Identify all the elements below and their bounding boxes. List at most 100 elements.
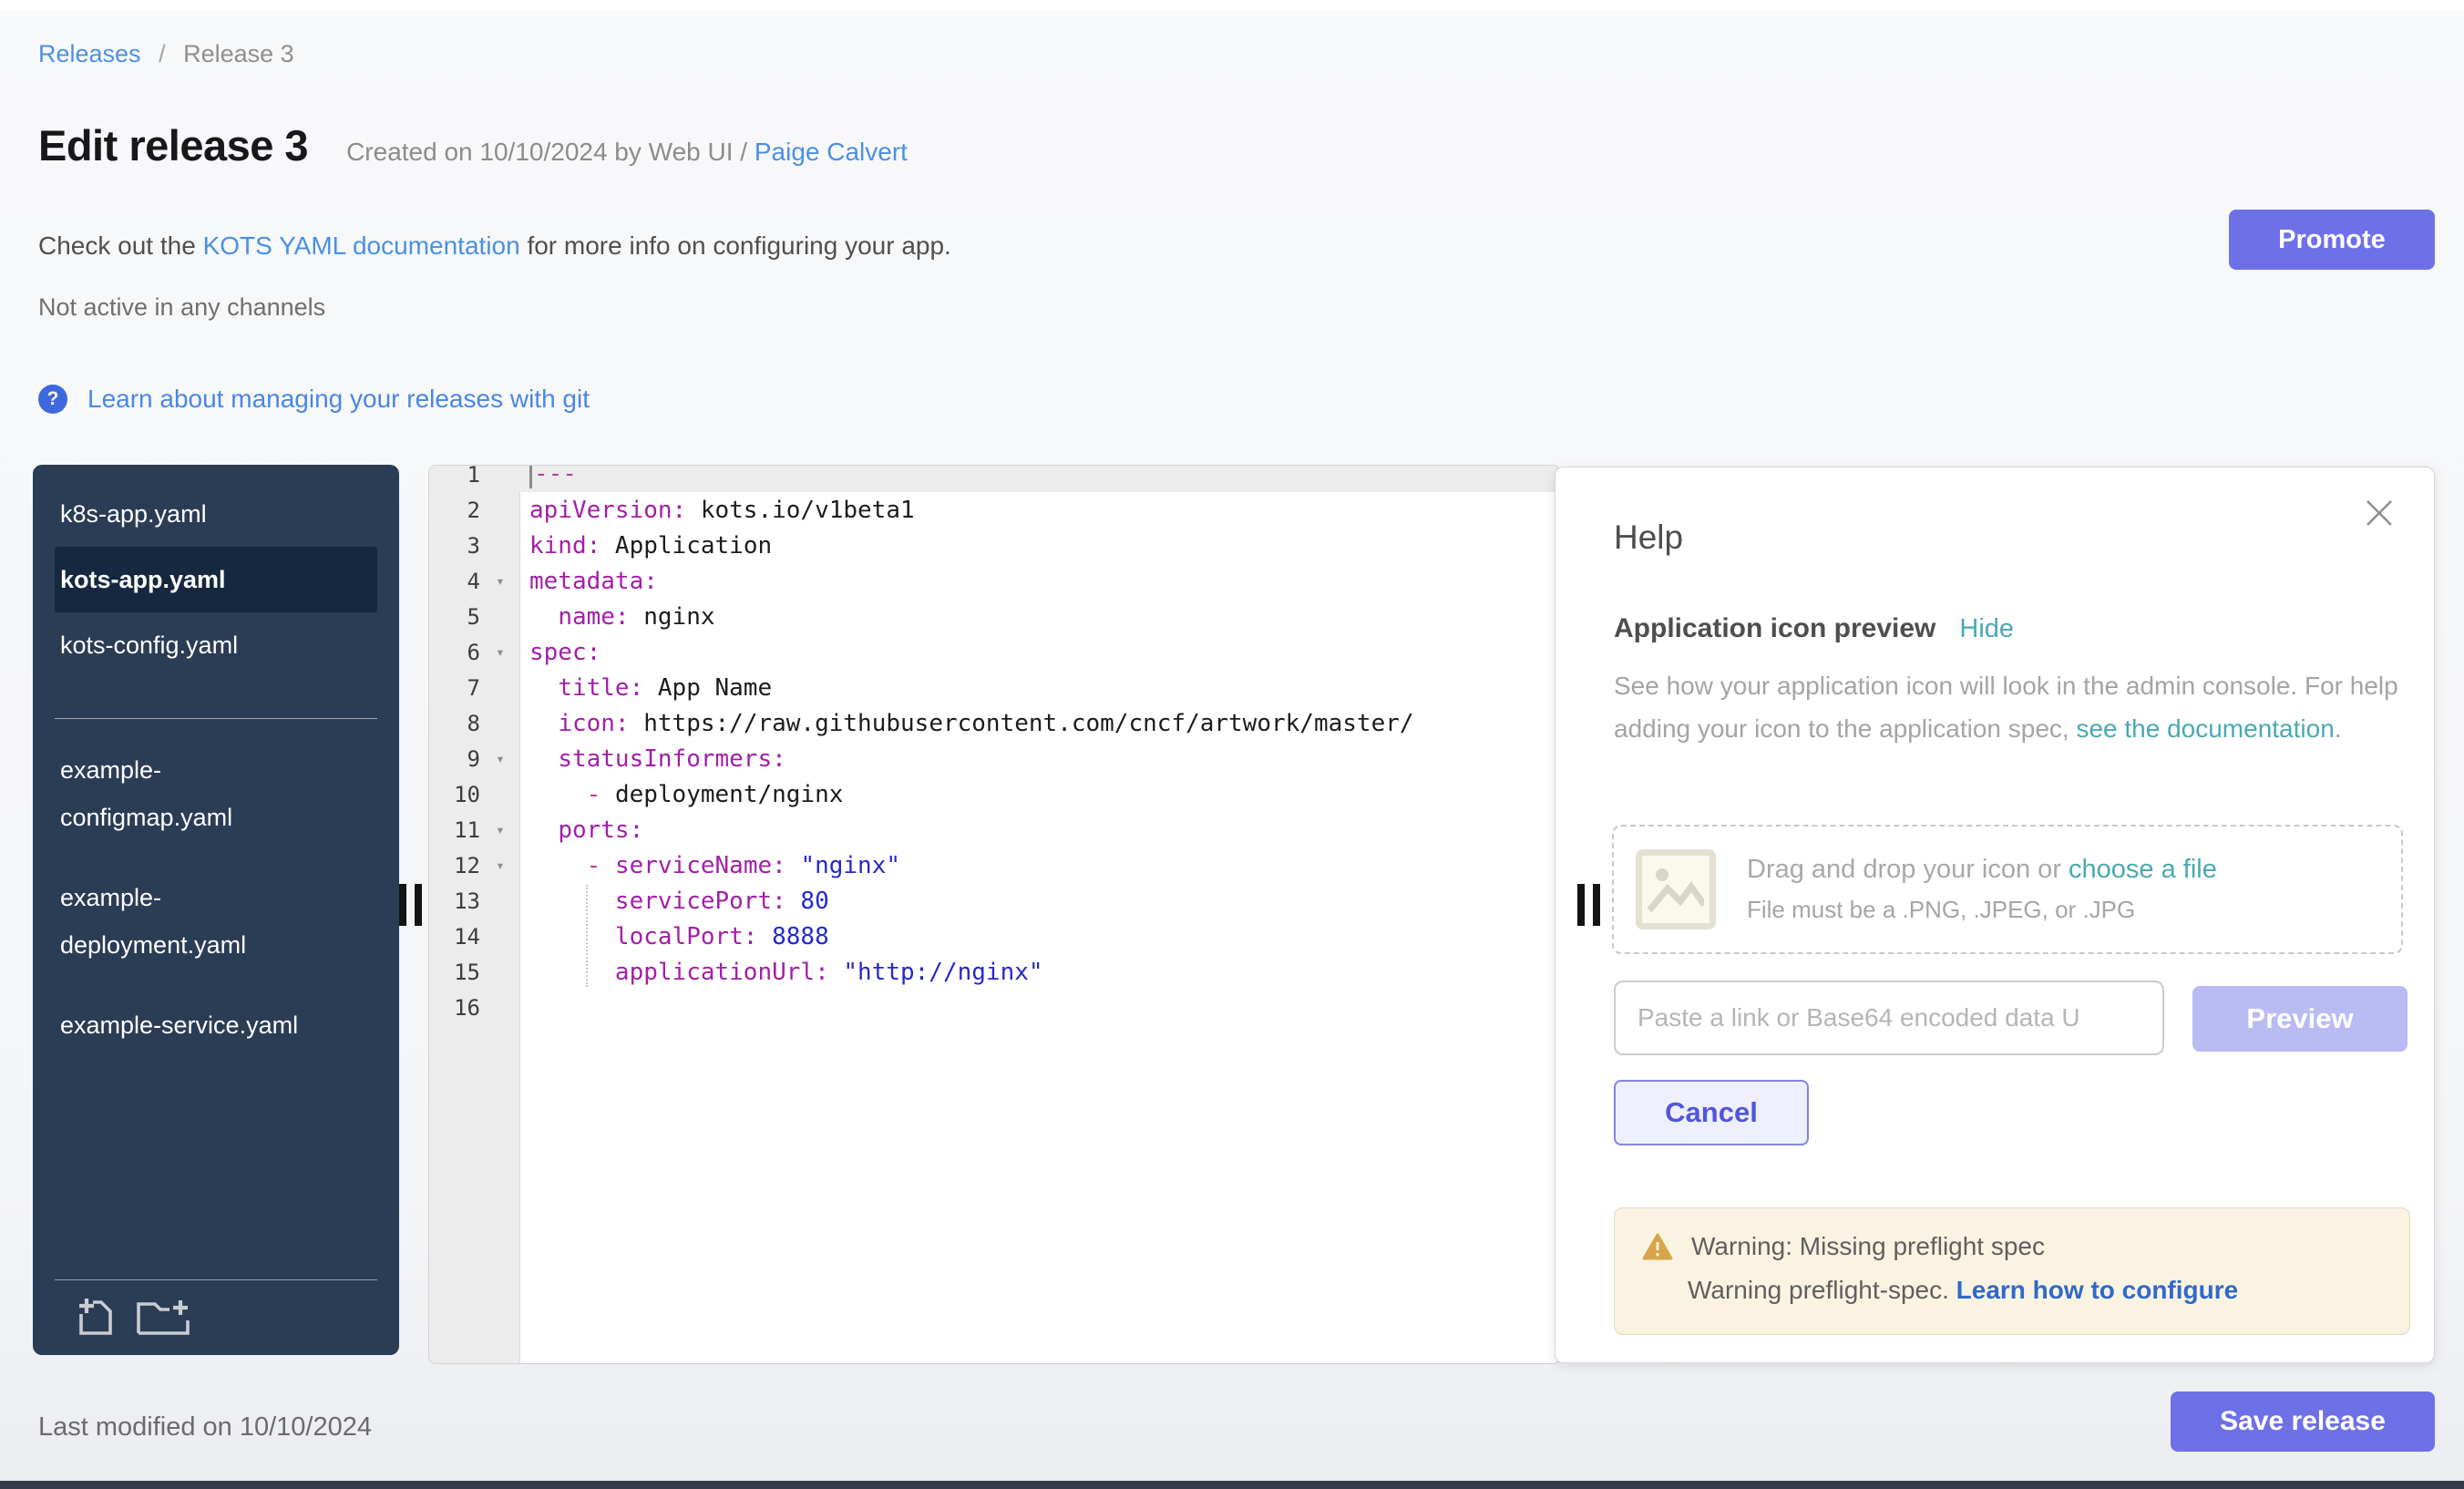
fold-arrow-icon[interactable]: ▾	[480, 821, 520, 838]
sidebar-file-example-deployment.yaml[interactable]: example-deployment.yaml	[33, 870, 399, 972]
see-documentation-link[interactable]: see the documentation	[2076, 714, 2334, 743]
text-cursor	[529, 465, 532, 488]
promote-button[interactable]: Promote	[2229, 210, 2435, 270]
bottom-strip	[0, 1481, 2464, 1489]
indent-guide	[586, 885, 588, 987]
code-line-16[interactable]: 16	[429, 990, 1559, 1025]
description-period: .	[2335, 714, 2342, 743]
icon-preview-section-header: Application icon preview Hide	[1614, 613, 2014, 644]
page-title: Edit release 3	[38, 120, 308, 170]
created-info: Created on 10/10/2024 by Web UI / Paige …	[346, 138, 908, 167]
code-line-14[interactable]: 14 localPort: 8888	[429, 919, 1559, 954]
code-line-11[interactable]: 11▾ ports:	[429, 812, 1559, 847]
created-author-link[interactable]: Paige Calvert	[755, 138, 908, 166]
sidebar-file-example-service.yaml[interactable]: example-service.yaml	[33, 998, 399, 1053]
code-line-3[interactable]: 3kind: Application	[429, 528, 1559, 563]
line-number: 10	[429, 782, 480, 807]
breadcrumb-current: Release 3	[183, 40, 294, 67]
code-text: metadata:	[520, 568, 658, 595]
code-line-12[interactable]: 12▾ - serviceName: "nginx"	[429, 847, 1559, 883]
line-number: 1	[429, 465, 480, 488]
sidebar-file-kots-app.yaml[interactable]: kots-app.yaml	[55, 547, 377, 612]
fold-arrow-icon[interactable]: ▾	[480, 572, 520, 590]
code-line-13[interactable]: 13 servicePort: 80	[429, 883, 1559, 919]
line-number: 4	[429, 569, 480, 594]
choose-file-link[interactable]: choose a file	[2069, 855, 2217, 884]
warning-line1: Warning: Missing preflight spec	[1691, 1232, 2045, 1261]
preview-button[interactable]: Preview	[2192, 986, 2408, 1052]
code-line-1[interactable]: 1 ---	[429, 465, 1559, 492]
code-text: applicationUrl: "http://nginx"	[520, 959, 1043, 986]
file-label-line: example-	[60, 874, 372, 921]
line-number: 15	[429, 960, 480, 985]
fold-arrow-icon[interactable]: ▾	[480, 750, 520, 767]
icon-preview-description: See how your application icon will look …	[1614, 664, 2399, 750]
dropzone-line1: Drag and drop your icon or	[1747, 855, 2069, 884]
file-list-bottom: example-configmap.yaml example-deployment…	[33, 743, 399, 1053]
kots-yaml-doc-link[interactable]: KOTS YAML documentation	[203, 231, 520, 260]
icon-preview-title: Application icon preview	[1614, 613, 1935, 644]
code-line-7[interactable]: 7 title: App Name	[429, 670, 1559, 705]
warning-line2: Warning preflight-spec. Learn how to con…	[1688, 1276, 2409, 1305]
line-number: 7	[429, 675, 480, 701]
sidebar-file-k8s-app.yaml[interactable]: k8s-app.yaml	[33, 481, 399, 547]
image-placeholder-icon	[1636, 849, 1716, 929]
line-number: 14	[429, 924, 480, 950]
top-strip	[0, 0, 2464, 11]
code-line-5[interactable]: 5 name: nginx	[429, 599, 1559, 634]
help-panel: Help Application icon preview Hide See h…	[1555, 467, 2435, 1363]
file-label-line: example-service.yaml	[60, 1001, 372, 1049]
code-line-8[interactable]: 8 icon: https://raw.githubusercontent.co…	[429, 705, 1559, 741]
code-lines: 1 --- 2 apiVersion: kots.io/v1beta1 3kind: A…	[429, 465, 1559, 1025]
close-icon[interactable]	[2365, 498, 2394, 528]
code-text: servicePort: 80	[520, 888, 829, 915]
line-number: 6	[429, 640, 480, 665]
code-line-6[interactable]: 6▾spec:	[429, 634, 1559, 670]
hide-link[interactable]: Hide	[1959, 614, 2014, 644]
warning-line2-text: Warning preflight-spec.	[1688, 1276, 1956, 1304]
fold-arrow-icon[interactable]: ▾	[480, 643, 520, 661]
yaml-editor[interactable]: 1 --- 2 apiVersion: kots.io/v1beta1 3kind: A…	[428, 465, 1560, 1364]
line-number: 11	[429, 817, 480, 843]
code-line-10[interactable]: 10 - deployment/nginx	[429, 776, 1559, 812]
new-file-icon[interactable]	[73, 1295, 117, 1339]
line-number: 13	[429, 888, 480, 914]
learn-configure-link[interactable]: Learn how to configure	[1956, 1276, 2239, 1304]
file-label-line: deployment.yaml	[60, 921, 372, 969]
code-line-2[interactable]: 2 apiVersion: kots.io/v1beta1	[429, 492, 1559, 528]
new-folder-icon[interactable]	[135, 1295, 191, 1339]
code-line-4[interactable]: 4▾metadata:	[429, 563, 1559, 599]
code-text: - deployment/nginx	[520, 781, 843, 808]
sidebar-divider	[55, 718, 377, 719]
code-text: apiVersion: kots.io/v1beta1	[520, 497, 915, 524]
help-resize-handle[interactable]	[1577, 884, 1600, 926]
line-number: 5	[429, 604, 480, 630]
save-release-button[interactable]: Save release	[2171, 1391, 2435, 1452]
fold-arrow-icon[interactable]: ▾	[480, 857, 520, 874]
line-number: 9	[429, 746, 480, 772]
sidebar-file-example-configmap.yaml[interactable]: example-configmap.yaml	[33, 743, 399, 845]
line-number: 3	[429, 533, 480, 559]
doc-hint: Check out the KOTS YAML documentation fo…	[38, 231, 951, 261]
line-number: 2	[429, 498, 480, 523]
cancel-button[interactable]: Cancel	[1614, 1080, 1809, 1145]
help-title: Help	[1614, 519, 1683, 557]
breadcrumb-releases-link[interactable]: Releases	[38, 40, 141, 67]
icon-dropzone[interactable]: Drag and drop your icon or choose a file…	[1612, 825, 2403, 954]
code-text: spec:	[520, 639, 601, 666]
file-label-line: configmap.yaml	[60, 794, 372, 841]
code-text: title: App Name	[520, 674, 772, 702]
code-text: name: nginx	[520, 603, 715, 631]
code-text: ---	[520, 465, 577, 488]
doc-hint-suffix: for more info on configuring your app.	[520, 231, 951, 260]
git-help-row[interactable]: ? Learn about managing your releases wit…	[38, 385, 590, 414]
code-line-15[interactable]: 15 applicationUrl: "http://nginx"	[429, 954, 1559, 990]
code-text: localPort: 8888	[520, 923, 829, 950]
code-text: icon: https://raw.githubusercontent.com/…	[520, 710, 1414, 737]
sidebar-resize-handle[interactable]	[399, 884, 422, 926]
icon-url-input[interactable]	[1614, 981, 2164, 1055]
sidebar-file-kots-config.yaml[interactable]: kots-config.yaml	[33, 612, 399, 678]
code-line-9[interactable]: 9▾ statusInformers:	[429, 741, 1559, 776]
git-releases-link[interactable]: Learn about managing your releases with …	[87, 385, 590, 414]
code-text: statusInformers:	[520, 745, 786, 773]
